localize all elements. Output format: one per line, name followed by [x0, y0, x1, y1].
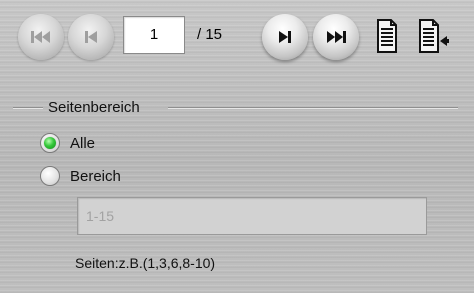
radio-range-label: Bereich: [70, 167, 121, 185]
document-export-icon[interactable]: [416, 18, 450, 54]
radio-selected-indicator: [44, 137, 56, 149]
current-page-field[interactable]: 1: [123, 16, 185, 54]
group-divider-right: [168, 107, 458, 109]
radio-range-button[interactable]: [40, 166, 60, 186]
page-range-group-title: Seitenbereich: [48, 99, 140, 116]
group-divider-left: [13, 107, 43, 109]
radio-all-label: Alle: [70, 134, 96, 152]
total-pages-label: / 15: [197, 26, 223, 43]
page-range-hint: Seiten:z.B.(1,3,6,8-10): [75, 255, 216, 271]
document-icon[interactable]: [373, 18, 401, 54]
next-page-icon: [279, 31, 291, 43]
radio-all[interactable]: Alle: [40, 133, 95, 153]
first-page-button[interactable]: [18, 14, 64, 60]
radio-range[interactable]: Bereich: [40, 166, 121, 186]
page-navigation-toolbar: 1 / 15: [0, 0, 474, 80]
first-page-icon: [31, 31, 50, 43]
page-range-input[interactable]: [77, 197, 427, 235]
next-page-button[interactable]: [262, 14, 308, 60]
last-page-icon: [327, 31, 346, 43]
radio-all-button[interactable]: [40, 133, 60, 153]
last-page-button[interactable]: [313, 14, 359, 60]
previous-page-icon: [85, 31, 97, 43]
previous-page-button[interactable]: [68, 14, 114, 60]
